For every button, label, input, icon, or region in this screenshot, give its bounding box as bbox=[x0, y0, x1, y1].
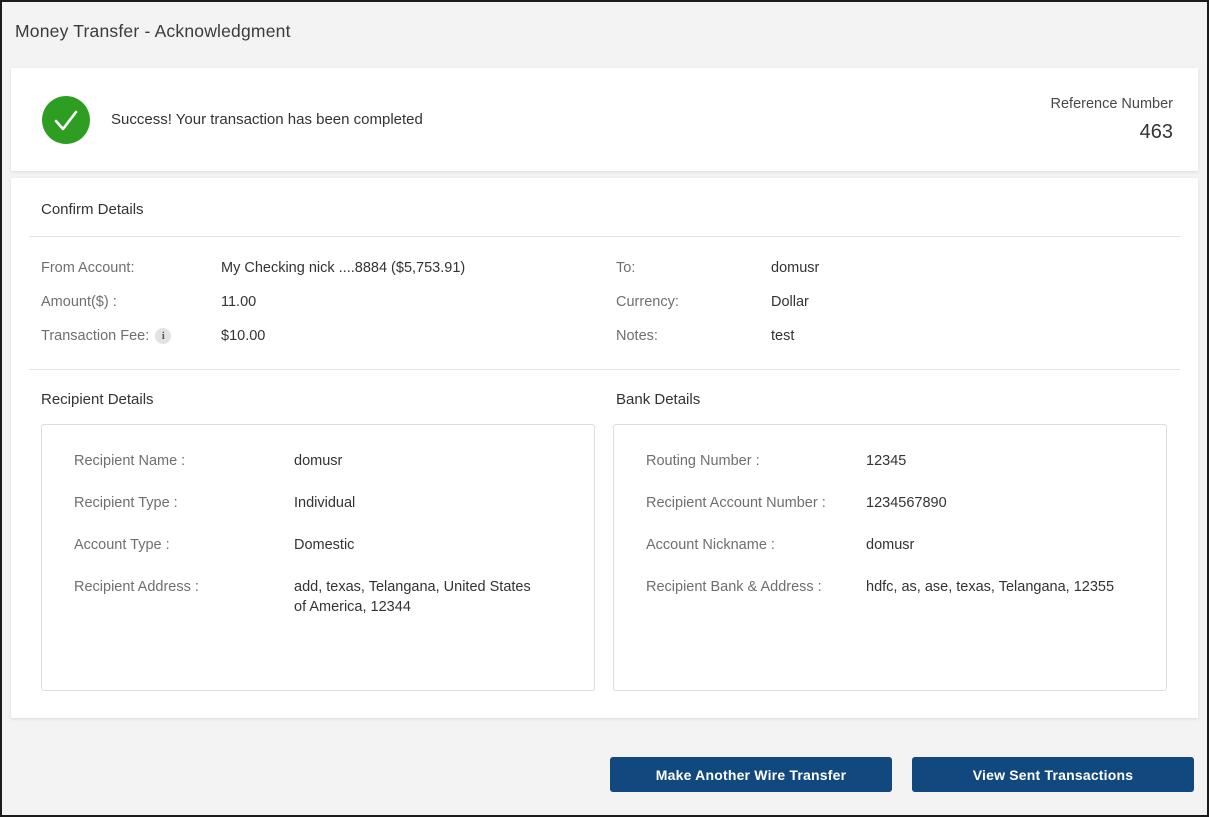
success-banner: Success! Your transaction has been compl… bbox=[11, 68, 1198, 171]
info-icon[interactable]: i bbox=[155, 328, 172, 344]
currency-value: Dollar bbox=[771, 294, 809, 310]
from-account-value: My Checking nick ....8884 ($5,753.91) bbox=[221, 260, 466, 276]
reference-number-block: Reference Number 463 bbox=[1051, 96, 1174, 144]
recipient-account-number-row: Recipient Account Number : 1234567890 bbox=[646, 493, 1166, 513]
recipient-name-row: Recipient Name : domusr bbox=[74, 451, 594, 471]
routing-number-row: Routing Number : 12345 bbox=[646, 451, 1166, 471]
page-title: Money Transfer - Acknowledgment bbox=[15, 20, 291, 41]
sub-section-headings: Recipient Details Bank Details bbox=[41, 390, 1168, 410]
account-type-row: Account Type : Domestic bbox=[74, 535, 594, 555]
confirm-details-right-column: To: domusr Currency: Dollar Notes: test bbox=[616, 251, 1168, 353]
account-nickname-row: Account Nickname : domusr bbox=[646, 535, 1166, 555]
currency-row: Currency: Dollar bbox=[616, 285, 1168, 319]
recipient-address-row: Recipient Address : add, texas, Telangan… bbox=[74, 577, 594, 617]
amount-value: 11.00 bbox=[221, 294, 257, 310]
confirm-details-heading: Confirm Details bbox=[41, 201, 144, 218]
transaction-fee-row: Transaction Fee: i $10.00 bbox=[41, 319, 616, 353]
recipient-bank-address-row: Recipient Bank & Address : hdfc, as, ase… bbox=[646, 577, 1166, 597]
bank-details-heading: Bank Details bbox=[616, 391, 701, 408]
bank-details-box: Routing Number : 12345 Recipient Account… bbox=[613, 424, 1167, 691]
account-type-label: Account Type : bbox=[74, 537, 170, 553]
card-gap bbox=[2, 171, 1207, 178]
recipient-name-value: domusr bbox=[294, 453, 343, 469]
notes-value: test bbox=[771, 328, 795, 344]
routing-number-value: 12345 bbox=[866, 453, 907, 469]
success-message: Success! Your transaction has been compl… bbox=[111, 111, 423, 128]
recipient-type-row: Recipient Type : Individual bbox=[74, 493, 594, 513]
details-card: Confirm Details From Account: My Checkin… bbox=[11, 178, 1198, 718]
confirm-details-grid: From Account: My Checking nick ....8884 … bbox=[41, 251, 1168, 353]
action-buttons-row: Make Another Wire Transfer View Sent Tra… bbox=[2, 757, 1207, 792]
transaction-fee-label: Transaction Fee: bbox=[41, 328, 150, 344]
to-label: To: bbox=[616, 260, 636, 276]
recipient-bank-address-value: hdfc, as, ase, texas, Telangana, 12355 bbox=[866, 579, 1115, 595]
recipient-details-box: Recipient Name : domusr Recipient Type :… bbox=[41, 424, 595, 691]
transaction-fee-label-group: Transaction Fee: i bbox=[41, 328, 221, 344]
recipient-account-number-label: Recipient Account Number : bbox=[646, 495, 826, 511]
title-bar: Money Transfer - Acknowledgment bbox=[2, 2, 1207, 60]
amount-row: Amount($) : 11.00 bbox=[41, 285, 616, 319]
recipient-account-number-value: 1234567890 bbox=[866, 495, 947, 511]
reference-number-label: Reference Number bbox=[1050, 95, 1174, 112]
view-sent-transactions-button[interactable]: View Sent Transactions bbox=[912, 757, 1194, 792]
detail-boxes-row: Recipient Name : domusr Recipient Type :… bbox=[41, 424, 1168, 691]
notes-label: Notes: bbox=[616, 328, 658, 344]
currency-label: Currency: bbox=[616, 294, 679, 310]
to-value: domusr bbox=[771, 260, 820, 276]
from-account-row: From Account: My Checking nick ....8884 … bbox=[41, 251, 616, 285]
from-account-label: From Account: bbox=[41, 260, 135, 276]
routing-number-label: Routing Number : bbox=[646, 453, 760, 469]
recipient-details-heading: Recipient Details bbox=[41, 391, 154, 408]
divider bbox=[29, 369, 1180, 370]
recipient-type-value: Individual bbox=[294, 495, 356, 511]
account-type-value: Domestic bbox=[294, 537, 355, 553]
notes-row: Notes: test bbox=[616, 319, 1168, 353]
recipient-address-value: add, texas, Telangana, United States of … bbox=[294, 579, 531, 615]
recipient-address-label: Recipient Address : bbox=[74, 579, 199, 595]
make-another-wire-transfer-button[interactable]: Make Another Wire Transfer bbox=[610, 757, 892, 792]
amount-label: Amount($) : bbox=[41, 294, 117, 310]
confirm-details-left-column: From Account: My Checking nick ....8884 … bbox=[41, 251, 616, 353]
divider bbox=[29, 236, 1180, 237]
to-row: To: domusr bbox=[616, 251, 1168, 285]
recipient-bank-address-label: Recipient Bank & Address : bbox=[646, 579, 822, 595]
success-check-icon bbox=[42, 95, 90, 144]
recipient-type-label: Recipient Type : bbox=[74, 495, 178, 511]
recipient-name-label: Recipient Name : bbox=[74, 453, 186, 469]
account-nickname-label: Account Nickname : bbox=[646, 537, 775, 553]
reference-number-value: 463 bbox=[1139, 120, 1173, 143]
account-nickname-value: domusr bbox=[866, 537, 915, 553]
transaction-fee-value: $10.00 bbox=[221, 328, 266, 344]
